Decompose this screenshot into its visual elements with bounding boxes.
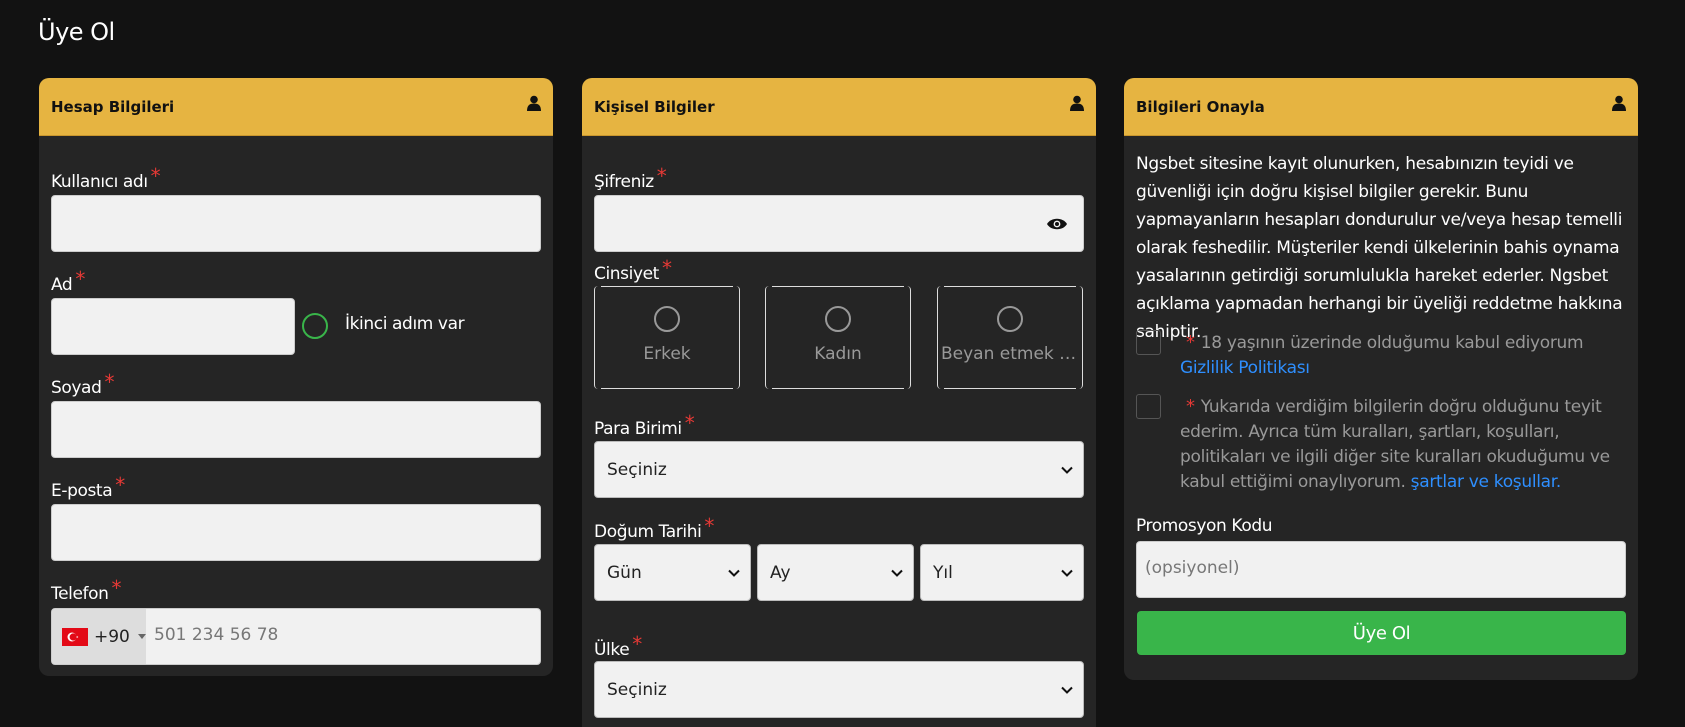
user-icon: [527, 95, 541, 111]
country-code-selector[interactable]: +90: [52, 609, 146, 664]
radio-icon: [997, 306, 1023, 332]
second-step-text: İkinci adım var: [345, 314, 465, 334]
gender-option-female[interactable]: Kadın: [765, 286, 911, 389]
country-select[interactable]: Seçiniz: [594, 661, 1084, 718]
age-confirm-checkbox[interactable]: [1136, 330, 1161, 355]
page-title: Üye Ol: [38, 18, 115, 46]
turkey-flag-icon: [62, 627, 88, 646]
chevron-down-icon: [1061, 686, 1073, 694]
phone-placeholder: 501 234 56 78: [154, 625, 279, 645]
chevron-down-icon: [1061, 466, 1073, 474]
birth-year-select[interactable]: Yıl: [920, 544, 1084, 601]
eye-icon[interactable]: [1047, 217, 1067, 231]
password-label: Şifreniz *: [594, 164, 667, 192]
caret-down-icon: [137, 633, 146, 639]
gender-option-undisclosed[interactable]: Beyan etmek is...: [937, 286, 1083, 389]
gender-label: Cinsiyet *: [594, 256, 672, 284]
surname-label: Soyad *: [51, 370, 115, 398]
email-label: E-posta *: [51, 473, 125, 501]
country-label: Ülke *: [594, 632, 642, 660]
age-confirm-text: * 18 yaşının üzerinde olduğumu kabul ediy…: [1180, 332, 1584, 378]
radio-icon: [654, 306, 680, 332]
promo-placeholder: (opsiyonel): [1145, 558, 1240, 578]
user-icon: [1070, 95, 1084, 111]
birth-day-select[interactable]: Gün: [594, 544, 751, 601]
terms-confirm-text: * Yukarıda verdiğim bilgilerin doğru oldu…: [1180, 396, 1610, 492]
birth-month-select[interactable]: Ay: [757, 544, 914, 601]
password-input[interactable]: [594, 195, 1084, 252]
privacy-policy-link[interactable]: Gizlilik Politikası: [1180, 358, 1310, 378]
phone-input[interactable]: +90 501 234 56 78: [51, 608, 541, 665]
confirm-card-header: Bilgileri Onayla: [1124, 78, 1638, 136]
promo-label: Promosyon Kodu: [1136, 516, 1273, 536]
name-label: Ad *: [51, 267, 85, 295]
registration-info-text: Ngsbet sitesine kayıt olunurken, hesabın…: [1136, 154, 1623, 342]
terms-confirm-checkbox[interactable]: [1136, 394, 1161, 419]
surname-input[interactable]: [51, 401, 541, 458]
username-label: Kullanıcı adı *: [51, 164, 161, 192]
confirm-card-title: Bilgileri Onayla: [1136, 97, 1265, 116]
promo-code-input[interactable]: (opsiyonel): [1136, 541, 1626, 598]
username-input[interactable]: [51, 195, 541, 252]
account-card-title: Hesap Bilgileri: [51, 97, 175, 116]
terms-link[interactable]: şartlar ve koşullar.: [1411, 472, 1562, 492]
email-input[interactable]: [51, 504, 541, 561]
chevron-down-icon: [728, 569, 740, 577]
gender-option-male[interactable]: Erkek: [594, 286, 740, 389]
personal-card-header: Kişisel Bilgiler: [582, 78, 1096, 136]
user-icon: [1612, 95, 1626, 111]
personal-card-title: Kişisel Bilgiler: [594, 97, 715, 116]
currency-label: Para Birimi *: [594, 411, 695, 439]
chevron-down-icon: [891, 569, 903, 577]
radio-icon: [825, 306, 851, 332]
birthdate-label: Doğum Tarihi *: [594, 514, 715, 542]
register-button[interactable]: Üye Ol: [1137, 611, 1626, 655]
phone-code: +90: [94, 626, 130, 647]
currency-select[interactable]: Seçiniz: [594, 441, 1084, 498]
phone-label: Telefon *: [51, 576, 122, 604]
account-card-header: Hesap Bilgileri: [39, 78, 553, 136]
chevron-down-icon: [1061, 569, 1073, 577]
second-step-indicator-icon: [302, 313, 328, 339]
name-input[interactable]: [51, 298, 295, 355]
